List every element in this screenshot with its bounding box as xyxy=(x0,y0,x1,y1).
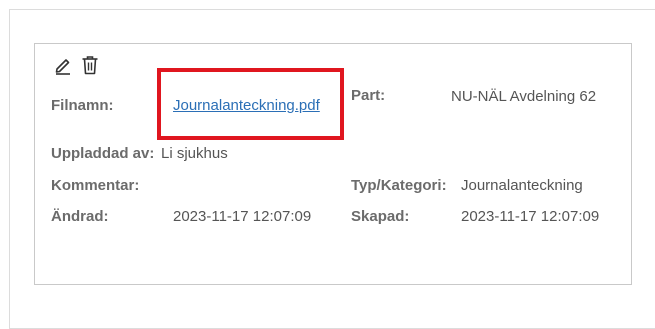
document-card: Filnamn: Journalanteckning.pdf Part: NU-… xyxy=(34,43,632,285)
uploaded-by-value: Li sjukhus xyxy=(161,145,228,162)
pencil-icon[interactable] xyxy=(54,55,72,75)
created-label: Skapad: xyxy=(351,208,410,225)
comment-label: Kommentar: xyxy=(51,177,140,194)
trash-icon[interactable] xyxy=(81,55,99,75)
part-value: NU-NÄL Avdelning 62 xyxy=(451,88,597,105)
filename-label: Filnamn: xyxy=(51,97,114,114)
created-value: 2023-11-17 12:07:09 xyxy=(461,208,600,225)
uploaded-by-label: Uppladdad av: xyxy=(51,145,155,162)
changed-label: Ändrad: xyxy=(51,208,109,225)
part-label: Part: xyxy=(351,87,386,104)
type-value: Journalanteckning xyxy=(461,177,583,194)
type-label: Typ/Kategori: xyxy=(351,177,447,194)
filename-link[interactable]: Journalanteckning.pdf xyxy=(173,97,320,114)
changed-value: 2023-11-17 12:07:09 xyxy=(173,208,312,225)
